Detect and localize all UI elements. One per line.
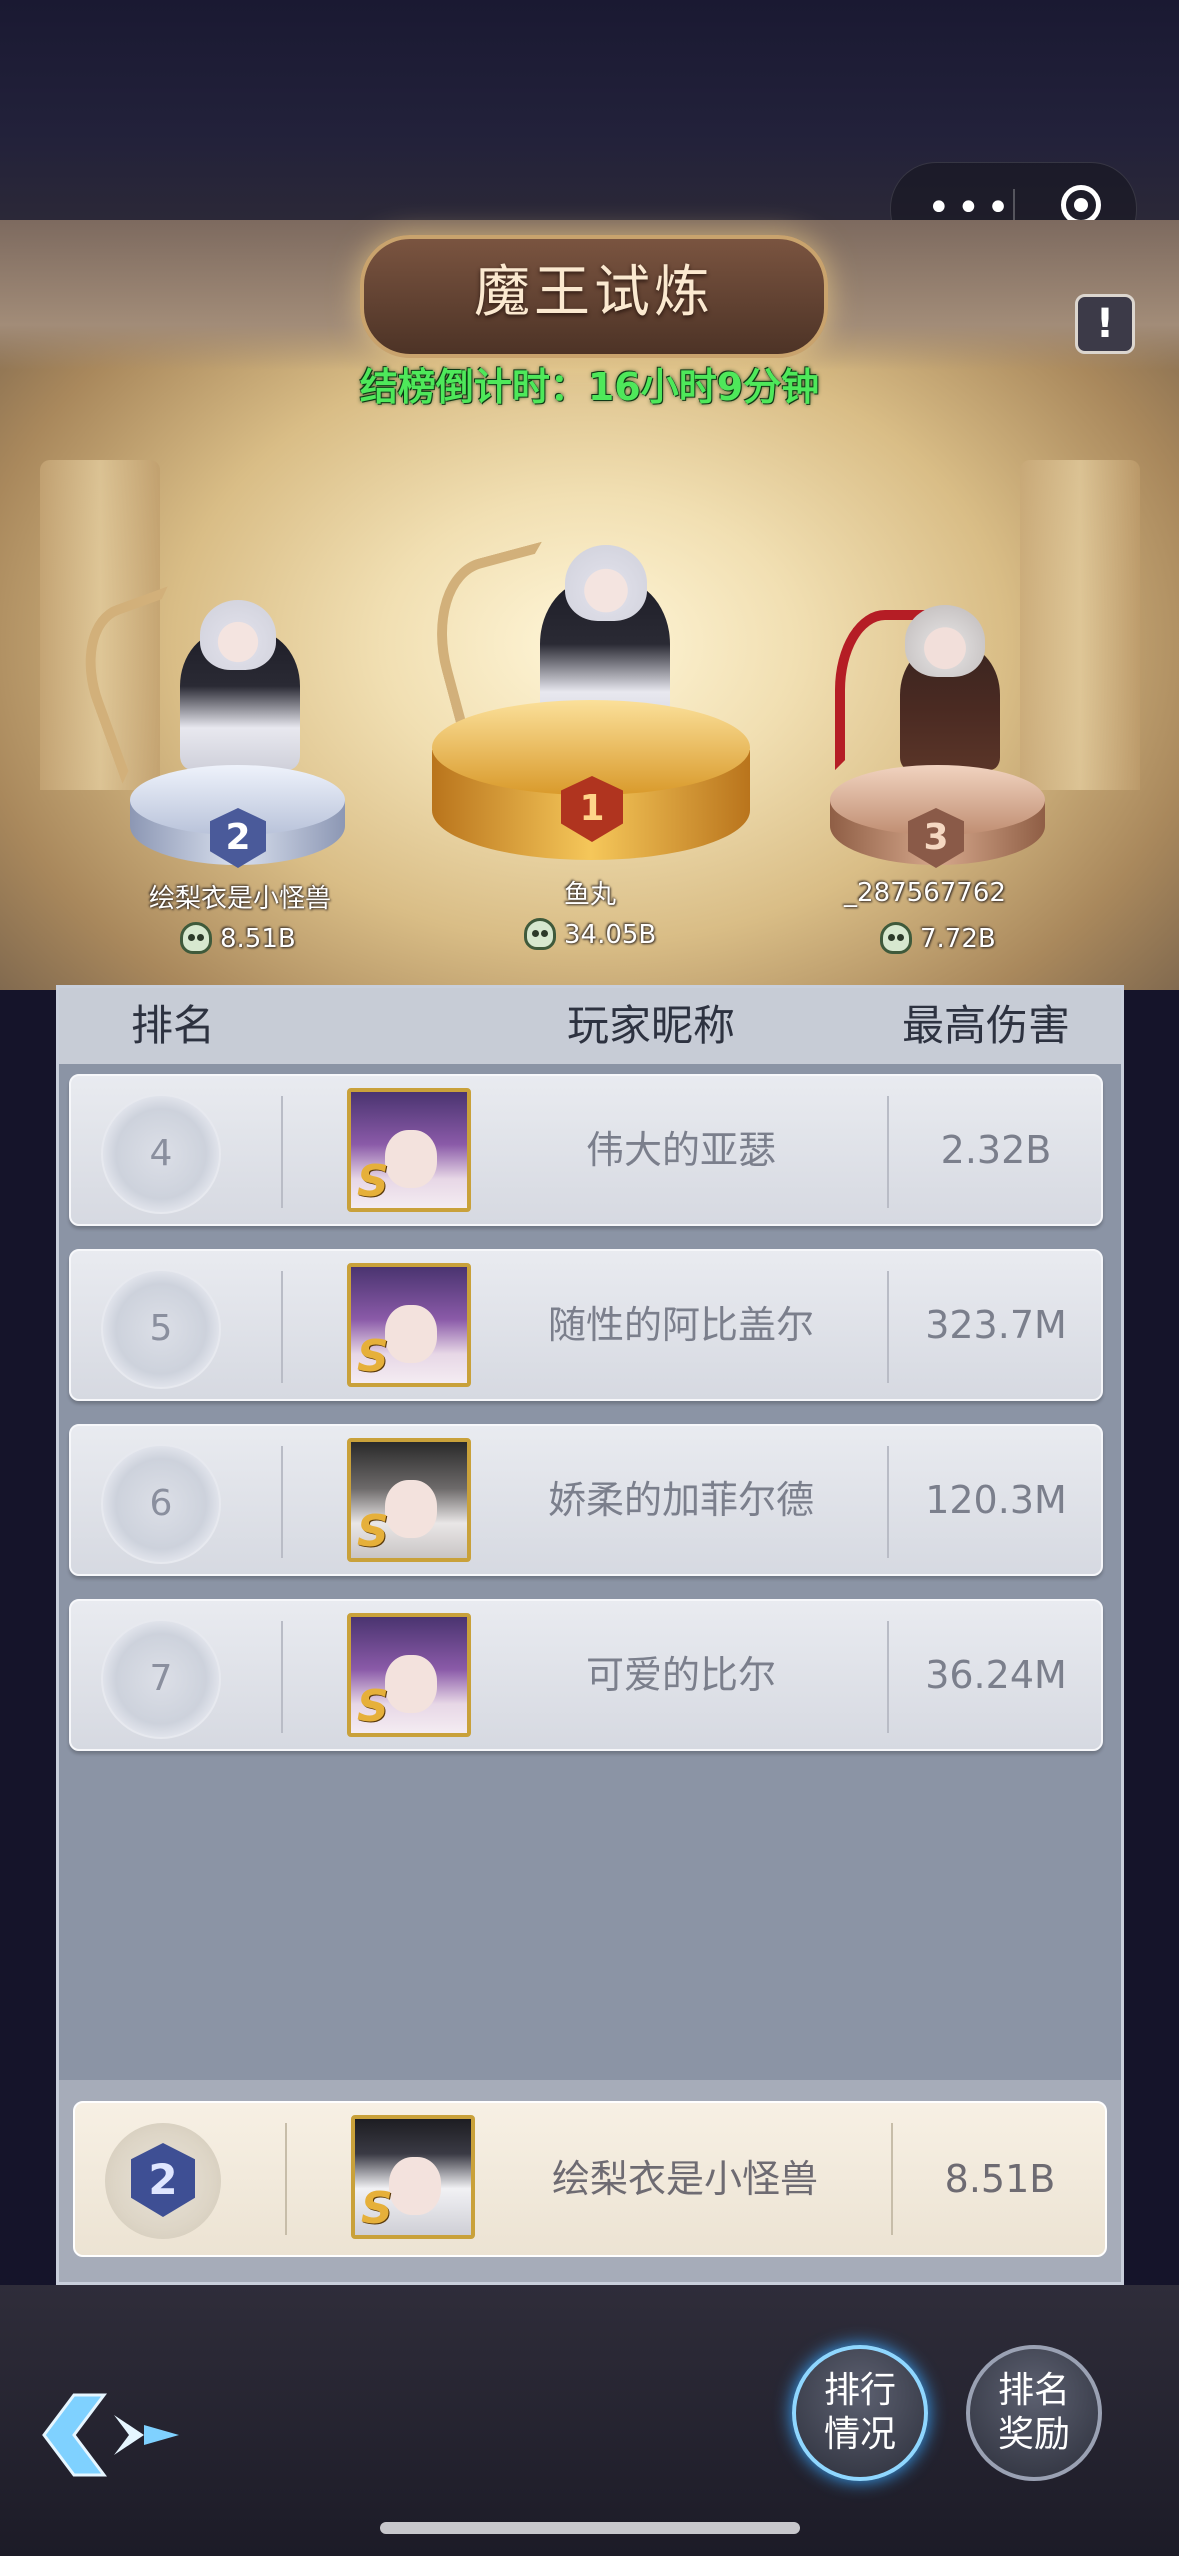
character-head-3 (905, 605, 985, 677)
podium-name-2: 绘梨衣是小怪兽 (148, 884, 331, 914)
divider (887, 1621, 889, 1733)
table-row[interactable]: 4 S 伟大的亚瑟 2.32B (69, 1074, 1103, 1226)
character-head-2 (200, 600, 276, 670)
player-name: 娇柔的加菲尔德 (547, 1478, 814, 1522)
self-rank-row[interactable]: 2 S 绘梨衣是小怪兽 8.51B (73, 2101, 1107, 2257)
avatar-face (385, 1305, 437, 1363)
self-rank-badge: 2 (131, 2143, 195, 2217)
header-damage: 最高伤害 (902, 1001, 1071, 1050)
self-name: 绘梨衣是小怪兽 (551, 2157, 818, 2201)
podium-name-1: 鱼丸 (563, 880, 616, 910)
grade-s-icon: S (357, 1681, 389, 1732)
avatar[interactable]: S (351, 2115, 475, 2239)
avatar[interactable]: S (347, 1088, 471, 1212)
player-name: 随性的阿比盖尔 (547, 1303, 814, 1347)
ranking-status-button[interactable]: 排行 情况 (792, 2345, 928, 2481)
skull-icon (524, 918, 556, 950)
rank-number: 7 (149, 1658, 173, 1699)
exclamation-icon: ! (1095, 301, 1115, 347)
player-damage: 2.32B (940, 1128, 1052, 1172)
avatar[interactable]: S (347, 1613, 471, 1737)
self-damage: 8.51B (944, 2157, 1056, 2201)
avatar-face (385, 1655, 437, 1713)
rank-reward-button[interactable]: 排名 奖励 (966, 2345, 1102, 2481)
podium-score-2: 8.51B (220, 924, 296, 954)
title-banner: 魔王试炼 (360, 235, 828, 358)
home-indicator (380, 2522, 800, 2534)
rank-reward-label: 排名 奖励 (997, 2370, 1070, 2455)
table-row[interactable]: 5 S 随性的阿比盖尔 323.7M (69, 1249, 1103, 1401)
countdown-text: 结榜倒计时：16小时9分钟 (359, 365, 820, 409)
back-logo-icon[interactable] (34, 2385, 184, 2485)
skull-icon (180, 922, 212, 954)
divider (891, 2123, 893, 2235)
avatar[interactable]: S (347, 1263, 471, 1387)
header-rank: 排名 (131, 1001, 216, 1050)
player-name: 伟大的亚瑟 (585, 1128, 776, 1172)
divider (887, 1271, 889, 1383)
player-damage: 36.24M (925, 1653, 1067, 1697)
ranking-panel: 排名 玩家昵称 最高伤害 4 S 伟大的亚瑟 2.32B 5 S 随性的阿比盖尔… (56, 985, 1124, 2285)
skull-icon (880, 922, 912, 954)
player-damage: 323.7M (925, 1303, 1067, 1347)
rank-medal: 5 (101, 1269, 221, 1389)
ranking-status-label: 排行 情况 (823, 2370, 896, 2455)
table-row[interactable]: 6 S 娇柔的加菲尔德 120.3M (69, 1424, 1103, 1576)
divider (281, 1271, 283, 1383)
help-button[interactable]: ! (1075, 294, 1135, 354)
grade-s-icon: S (357, 1506, 389, 1557)
podium-score-3: 7.72B (920, 924, 996, 954)
rank-medal: 2 (105, 2123, 221, 2239)
divider (281, 1621, 283, 1733)
rank-medal: 4 (101, 1094, 221, 1214)
page-title: 魔王试炼 (474, 260, 714, 325)
rank-number: 4 (149, 1133, 173, 1174)
rank-number: 5 (149, 1308, 173, 1349)
pillar-right (1020, 460, 1140, 790)
divider (281, 1446, 283, 1558)
header-name: 玩家昵称 (567, 1001, 736, 1050)
grade-s-icon: S (357, 1331, 389, 1382)
divider (281, 1096, 283, 1208)
avatar[interactable]: S (347, 1438, 471, 1562)
avatar-face (385, 1130, 437, 1188)
table-row[interactable]: 7 S 可爱的比尔 36.24M (69, 1599, 1103, 1751)
player-damage: 120.3M (925, 1478, 1067, 1522)
podium-score-1: 34.05B (564, 920, 657, 950)
avatar-face (389, 2157, 441, 2215)
player-name: 可爱的比尔 (585, 1653, 776, 1697)
rank-number: 6 (149, 1483, 173, 1524)
divider (887, 1096, 889, 1208)
character-head-1 (565, 545, 647, 621)
grade-s-icon: S (357, 1156, 389, 1207)
rank-medal: 6 (101, 1444, 221, 1564)
divider (285, 2123, 287, 2235)
avatar-face (385, 1480, 437, 1538)
divider (887, 1446, 889, 1558)
table-header: 排名 玩家昵称 最高伤害 (59, 988, 1121, 1064)
podium-name-3: _287567762 (844, 878, 1006, 908)
grade-s-icon: S (361, 2183, 393, 2234)
rank-medal: 7 (101, 1619, 221, 1739)
close-target-icon[interactable] (1061, 185, 1101, 225)
